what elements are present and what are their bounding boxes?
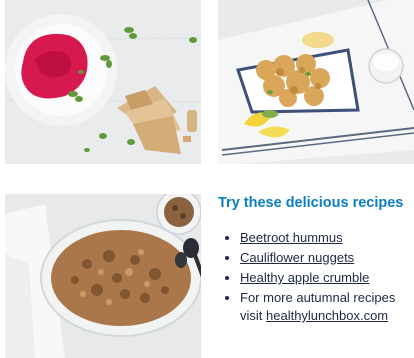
more-recipes-text: For more autumnal recipes [240, 290, 396, 305]
healthylunchbox-link[interactable]: healthylunchbox.com [266, 308, 388, 323]
recipes-panel: Try these delicious recipes Beetroot hum… [218, 195, 414, 327]
recipe-list: Beetroot hummus Cauliflower nuggets Heal… [218, 229, 414, 325]
bullet-icon [225, 276, 229, 280]
recipes-heading: Try these delicious recipes [218, 195, 404, 211]
list-item: Beetroot hummus [218, 229, 414, 247]
bullet-icon [225, 236, 229, 240]
list-item: Healthy apple crumble [218, 269, 414, 287]
apple-crumble-photo [5, 194, 201, 358]
beetroot-hummus-photo [5, 0, 201, 164]
list-item: For more autumnal recipes visit healthyl… [218, 289, 414, 325]
bullet-icon [225, 256, 229, 260]
list-item: Cauliflower nuggets [218, 249, 414, 267]
beetroot-hummus-link[interactable]: Beetroot hummus [240, 230, 343, 245]
cauliflower-nuggets-photo [218, 0, 414, 164]
visit-text: visit [240, 308, 266, 323]
bullet-icon [225, 296, 229, 300]
cauliflower-nuggets-link[interactable]: Cauliflower nuggets [240, 250, 354, 265]
apple-crumble-link[interactable]: Healthy apple crumble [240, 270, 369, 285]
